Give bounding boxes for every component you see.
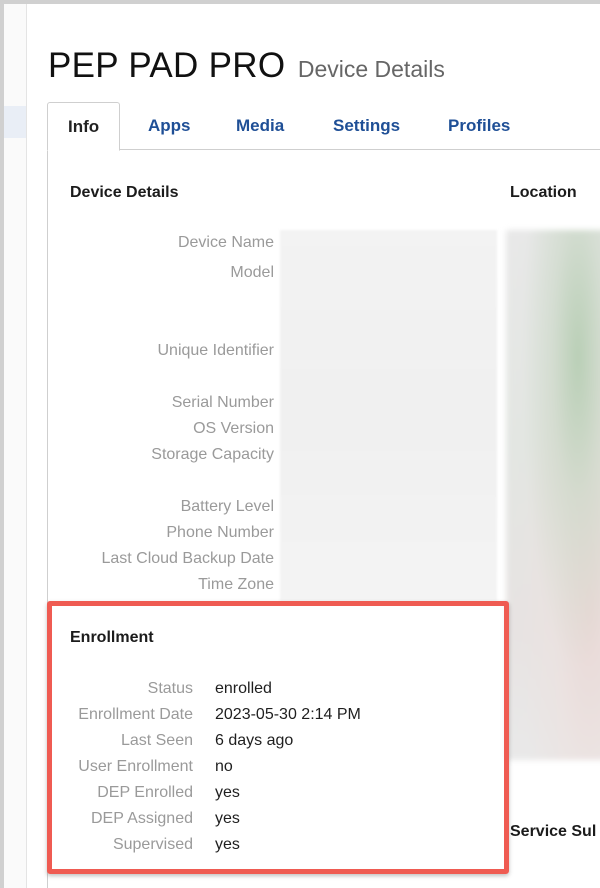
enrollment-label: Status — [147, 680, 193, 697]
enrollment-row-status: Status enrolled — [48, 680, 488, 700]
tab-bar: Info Apps Media Settings Profiles — [47, 102, 600, 151]
enrollment-row-last-seen: Last Seen 6 days ago — [48, 732, 488, 752]
enrollment-value: 2023-05-30 2:14 PM — [215, 706, 361, 723]
enrollment-label: Supervised — [112, 836, 193, 853]
label-device-name: Device Name — [177, 234, 274, 251]
label-os-version: OS Version — [193, 420, 274, 437]
sidebar-item-selected[interactable] — [4, 106, 26, 138]
label-model: Model — [230, 264, 274, 281]
enrollment-label: DEP Assigned — [91, 810, 193, 827]
enrollment-row-enrollment-date: Enrollment Date 2023-05-30 2:14 PM — [48, 706, 488, 726]
label-unique-identifier: Unique Identifier — [157, 342, 274, 359]
label-battery-level: Battery Level — [180, 498, 274, 515]
enrollment-value: yes — [215, 836, 240, 853]
enrollment-label: User Enrollment — [78, 758, 193, 775]
tab-info[interactable]: Info — [47, 102, 121, 151]
enrollment-heading: Enrollment — [70, 629, 154, 646]
page-subtitle: Device Details — [297, 56, 445, 82]
label-phone-number: Phone Number — [166, 524, 274, 541]
enrollment-value: yes — [215, 810, 240, 827]
enrollment-value: no — [215, 758, 233, 775]
info-panel: Device Details Location Device Name Mode… — [47, 149, 600, 888]
enrollment-label: Enrollment Date — [78, 706, 193, 723]
label-serial-number: Serial Number — [171, 394, 274, 411]
app-window: PEP PAD PRO Device Details Info Apps Med… — [0, 0, 600, 888]
enrollment-value: 6 days ago — [215, 732, 294, 749]
enrollment-row-user-enrollment: User Enrollment no — [48, 758, 488, 778]
tab-apps[interactable]: Apps — [148, 102, 191, 148]
label-time-zone: Time Zone — [198, 576, 274, 593]
label-last-cloud-backup-date: Last Cloud Backup Date — [101, 550, 274, 567]
enrollment-label: Last Seen — [120, 732, 193, 749]
enrollment-row-dep-enrolled: DEP Enrolled yes — [48, 784, 488, 804]
page-title: PEP PAD PRO Device Details — [48, 46, 445, 86]
tab-media[interactable]: Media — [236, 102, 284, 148]
redacted-device-values — [280, 230, 497, 602]
location-heading: Location — [510, 184, 577, 201]
enrollment-value: yes — [215, 784, 240, 801]
label-storage-capacity: Storage Capacity — [151, 446, 274, 463]
enrollment-value: enrolled — [215, 680, 272, 697]
location-map — [506, 230, 600, 760]
sidebar — [4, 4, 27, 888]
device-name-title: PEP PAD PRO — [48, 46, 286, 85]
enrollment-label: DEP Enrolled — [97, 784, 193, 801]
enrollment-row-supervised: Supervised yes — [48, 836, 488, 856]
main-content: PEP PAD PRO Device Details Info Apps Med… — [27, 4, 600, 888]
tab-settings[interactable]: Settings — [333, 102, 400, 148]
service-subscriptions-heading: Service Sul — [510, 823, 597, 840]
enrollment-row-dep-assigned: DEP Assigned yes — [48, 810, 488, 830]
tab-profiles[interactable]: Profiles — [448, 102, 510, 148]
